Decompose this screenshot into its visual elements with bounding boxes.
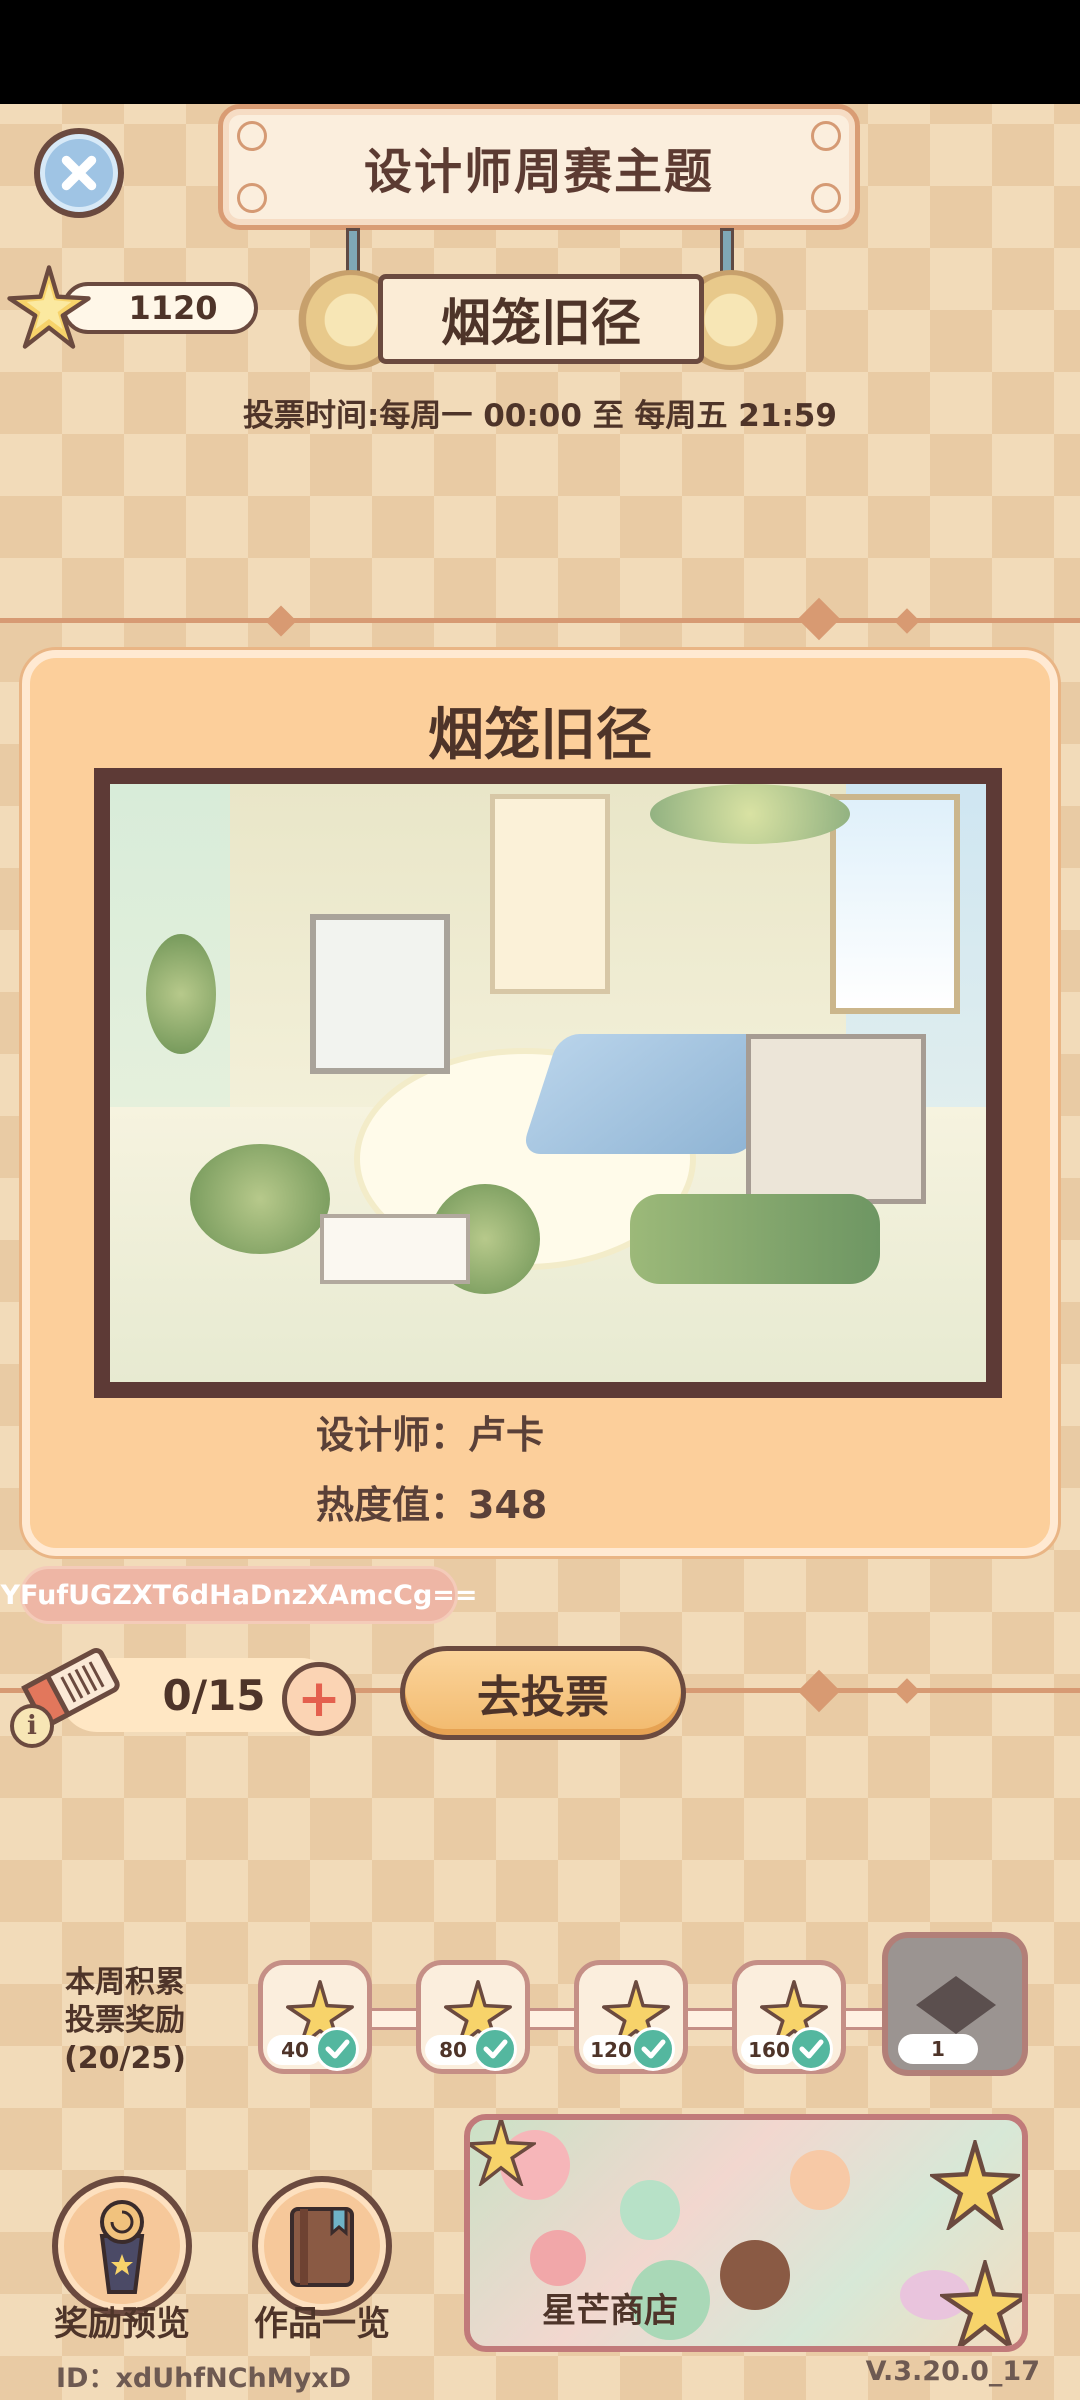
star-currency-counter: 1120 [7,265,258,349]
check-icon [631,2027,675,2071]
check-icon [789,2027,833,2071]
star-count: 1120 [128,289,218,327]
reward-milestone-120[interactable]: 120 [574,1960,688,2074]
star-shop-button[interactable]: 星芒商店 [464,2114,1028,2352]
reward-final-floor-tile[interactable]: 1 [882,1932,1028,2076]
star-shop-label: 星芒商店 [542,2291,678,2331]
entry-card: 烟笼旧径 设计师：卢卡 热度值：348 [22,650,1058,1556]
reward-milestone-160[interactable]: 160 [732,1960,846,2074]
reward-count: 1 [898,2034,978,2064]
info-icon[interactable]: i [10,1704,54,1748]
works-list-button[interactable]: 作品一览 [242,2176,402,2344]
reward-label-line1: 本周积累 [65,1965,185,2000]
check-icon [473,2027,517,2071]
check-icon [315,2027,359,2071]
trophy-icon [99,2200,145,2294]
vote-ticket-area: 0/15 i + [0,1640,380,1750]
reward-milestone-80[interactable]: 80 [416,1960,530,2074]
theme-name: 烟笼旧径 [441,294,641,352]
works-list-label: 作品一览 [254,2304,390,2344]
ticket-count: 0/15 [162,1670,266,1720]
theme-plaque: 烟笼旧径 [296,228,786,370]
reward-preview-label: 奖励预览 [54,2304,190,2344]
room-preview-image [110,784,986,1382]
divider-ornament [797,1669,841,1713]
heat-value: 热度值：348 [316,1483,548,1527]
reward-progress: (20/25) [64,2041,186,2076]
room-preview-frame[interactable] [94,768,1002,1398]
divider-ornament [797,597,841,641]
reward-milestone-40[interactable]: 40 [258,1960,372,2074]
add-tickets-button[interactable]: + [282,1662,356,1736]
reward-label-line2: 投票奖励 [65,2003,185,2038]
floor-tile-icon [916,1976,996,2034]
vote-time-text: 投票时间:每周一 00:00 至 每周五 21:59 [243,398,837,434]
plus-icon: + [297,1669,341,1729]
close-icon [61,155,97,191]
go-vote-button[interactable]: 去投票 [400,1646,686,1740]
player-id: ID：xdUhfNChMyxD [56,2363,352,2394]
divider-ornament [894,1678,920,1704]
close-button[interactable] [34,128,124,218]
version-text: V.3.20.0_17 [865,2356,1040,2387]
divider-ornament [265,605,297,637]
book-icon [290,2207,354,2287]
designer-name: 设计师：卢卡 [316,1413,545,1457]
title-banner: 设计师周赛主题 [218,104,860,230]
reward-preview-button[interactable]: 奖励预览 [42,2176,202,2344]
divider-ornament [894,608,920,634]
status-bar [0,0,1080,104]
page-title: 设计师周赛主题 [363,144,714,200]
entry-title: 烟笼旧径 [428,703,652,768]
star-icon [7,265,91,349]
entry-code[interactable]: YFufUGZXT6dHaDnzXAmcCg== [0,1566,478,1624]
weekly-vote-reward-label: 本周积累 投票奖励 (20/25) [40,1964,210,2078]
info-symbol: i [27,1711,37,1741]
